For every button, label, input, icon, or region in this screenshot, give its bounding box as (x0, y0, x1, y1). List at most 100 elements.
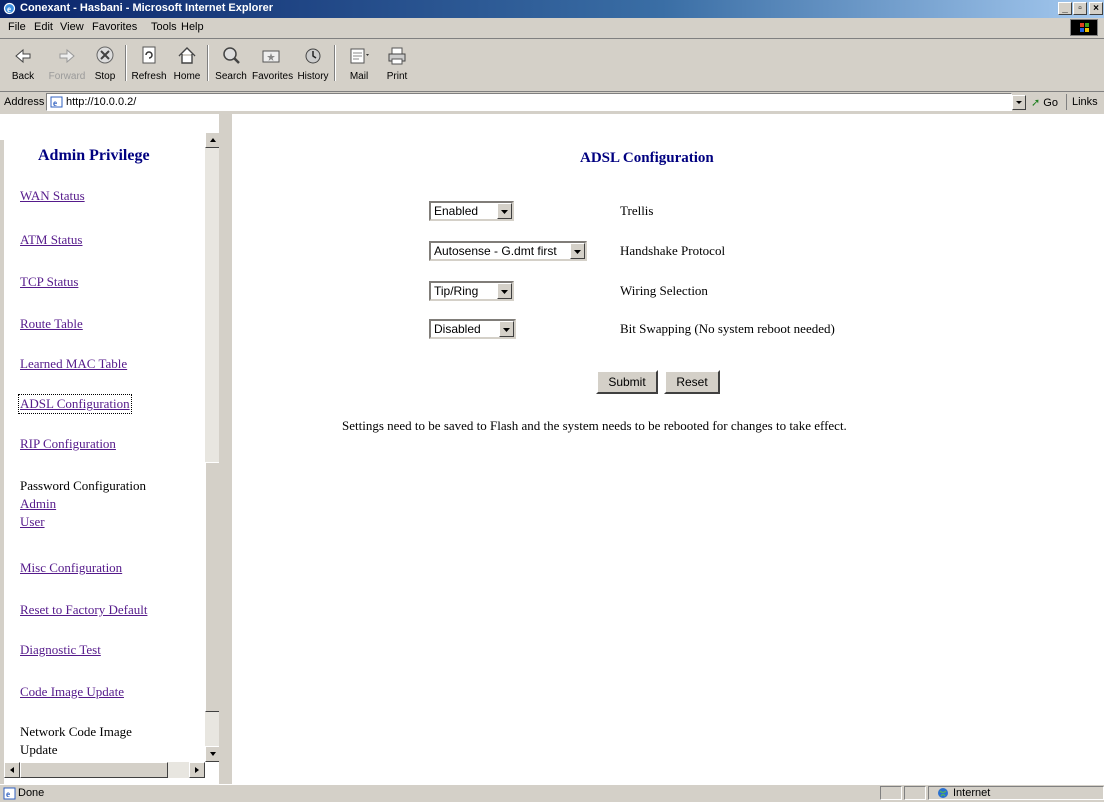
sidebar-item-learned-mac-table[interactable]: Learned MAC Table (20, 356, 127, 372)
svg-text:e: e (7, 4, 11, 14)
wiring-selection-select[interactable]: Tip/Ring (429, 281, 514, 301)
trellis-select[interactable]: Enabled (429, 201, 514, 221)
address-label: Address (4, 96, 45, 108)
chevron-down-icon (497, 283, 512, 299)
sidebar-horizontal-scrollbar[interactable] (4, 762, 205, 778)
home-button[interactable]: Home (168, 43, 206, 85)
zone-label: Internet (953, 787, 991, 799)
stop-button[interactable]: Stop (86, 43, 124, 85)
refresh-icon (142, 46, 156, 64)
sidebar-item-route-table[interactable]: Route Table (20, 316, 83, 332)
address-input[interactable]: e http://10.0.0.2/ (46, 93, 1012, 111)
password-configuration-label: Password Configuration (20, 478, 147, 493)
horizontal-scrollbar-thumb[interactable] (20, 762, 168, 778)
toolbar: Back Forward Stop Refresh Home Search Fa… (0, 39, 1104, 92)
chevron-right-icon (195, 767, 199, 773)
scroll-right-button[interactable] (189, 762, 205, 778)
sidebar-item-network-code-line2[interactable]: Update (20, 742, 58, 758)
back-arrow-icon (15, 48, 31, 64)
back-button[interactable]: Back (4, 43, 42, 85)
mail-button[interactable]: Mail (340, 43, 378, 85)
sidebar-item-wan-status[interactable]: WAN Status (20, 188, 85, 204)
close-button[interactable]: × (1089, 2, 1103, 15)
menu-file[interactable]: File (8, 21, 26, 33)
go-button[interactable]: ➚ Go (1031, 96, 1058, 109)
maximize-button[interactable]: ▫ (1073, 2, 1087, 15)
sidebar-item-code-image-update[interactable]: Code Image Update (20, 684, 124, 700)
chevron-down-icon (499, 321, 514, 337)
refresh-label: Refresh (131, 71, 167, 82)
sidebar-item-rip-configuration[interactable]: RIP Configuration (20, 436, 116, 452)
sidebar-item-diagnostic-test[interactable]: Diagnostic Test (20, 642, 101, 658)
minimize-button[interactable]: _ (1058, 2, 1072, 15)
go-arrow-icon: ➚ (1031, 97, 1041, 109)
forward-label: Forward (48, 71, 86, 82)
sidebar-item-reset-factory-default[interactable]: Reset to Factory Default (20, 602, 147, 618)
status-panel (904, 786, 926, 800)
history-button[interactable]: History (294, 43, 332, 85)
forward-arrow-icon (59, 48, 75, 64)
stop-label: Stop (94, 71, 116, 82)
print-button[interactable]: Print (378, 43, 416, 85)
ie-icon: e (3, 2, 16, 15)
title-bar: e Conexant - Hasbani - Microsoft Interne… (0, 0, 1104, 18)
chevron-up-icon (210, 138, 216, 142)
chevron-left-icon (10, 767, 14, 773)
sidebar-item-tcp-status[interactable]: TCP Status (20, 274, 78, 290)
scroll-left-button[interactable] (4, 762, 20, 778)
wiring-select-value: Tip/Ring (434, 284, 479, 298)
address-bar: Address e http://10.0.0.2/ ➚ Go Links » (0, 91, 1104, 124)
menu-help[interactable]: Help (181, 21, 204, 33)
favorites-label: Favorites (252, 71, 294, 82)
history-label: History (297, 71, 329, 82)
menu-edit[interactable]: Edit (34, 21, 53, 33)
search-button[interactable]: Search (212, 43, 250, 85)
links-button[interactable]: Links » (1066, 94, 1104, 124)
chevron-down-icon (497, 203, 512, 219)
submit-button[interactable]: Submit (596, 370, 658, 394)
admin-privilege-heading: Admin Privilege (38, 147, 150, 164)
favorites-folder-icon (262, 50, 280, 63)
bit-swapping-label: Bit Swapping (No system reboot needed) (620, 321, 835, 336)
history-icon (305, 48, 321, 64)
sidebar-item-password-admin[interactable]: Admin (20, 496, 56, 512)
reset-button[interactable]: Reset (664, 370, 720, 394)
menu-favorites[interactable]: Favorites (92, 21, 137, 33)
handshake-protocol-label: Handshake Protocol (620, 243, 726, 258)
home-label: Home (173, 71, 201, 82)
go-label: Go (1043, 97, 1058, 109)
chevron-down-icon (1016, 101, 1022, 104)
chevron-down-icon (570, 243, 585, 259)
print-label: Print (386, 71, 408, 82)
handshake-protocol-select[interactable]: Autosense - G.dmt first (429, 241, 587, 261)
status-panel (880, 786, 902, 800)
chevron-down-icon (210, 752, 216, 756)
favorites-button[interactable]: Favorites (252, 43, 294, 85)
mail-icon (350, 48, 369, 64)
window-title: Conexant - Hasbani - Microsoft Internet … (20, 2, 274, 14)
search-label: Search (215, 71, 247, 82)
sidebar-item-misc-configuration[interactable]: Misc Configuration (20, 560, 122, 576)
sidebar-item-atm-status[interactable]: ATM Status (20, 232, 82, 248)
windows-logo-icon (1070, 19, 1098, 36)
page-title: ADSL Configuration (580, 150, 714, 166)
forward-button[interactable]: Forward (48, 43, 86, 85)
globe-icon (938, 788, 948, 798)
menu-view[interactable]: View (60, 21, 84, 33)
refresh-button[interactable]: Refresh (130, 43, 168, 85)
sidebar-item-network-code-line1[interactable]: Network Code Image (20, 724, 132, 740)
toolbar-separator (334, 45, 336, 81)
reboot-note: Settings need to be saved to Flash and t… (342, 418, 847, 433)
handshake-select-value: Autosense - G.dmt first (434, 244, 557, 258)
address-dropdown-button[interactable] (1012, 95, 1026, 110)
trellis-label: Trellis (620, 203, 654, 218)
printer-icon (388, 47, 406, 65)
page-icon: e (50, 96, 63, 108)
bit-swapping-select[interactable]: Disabled (429, 319, 516, 339)
home-icon (178, 47, 196, 64)
sidebar-item-password-user[interactable]: User (20, 514, 45, 530)
sidebar-item-adsl-configuration[interactable]: ADSL Configuration (18, 394, 132, 414)
frame-separator[interactable] (219, 114, 232, 790)
menu-tools[interactable]: Tools (151, 21, 177, 33)
toolbar-separator (207, 45, 209, 81)
